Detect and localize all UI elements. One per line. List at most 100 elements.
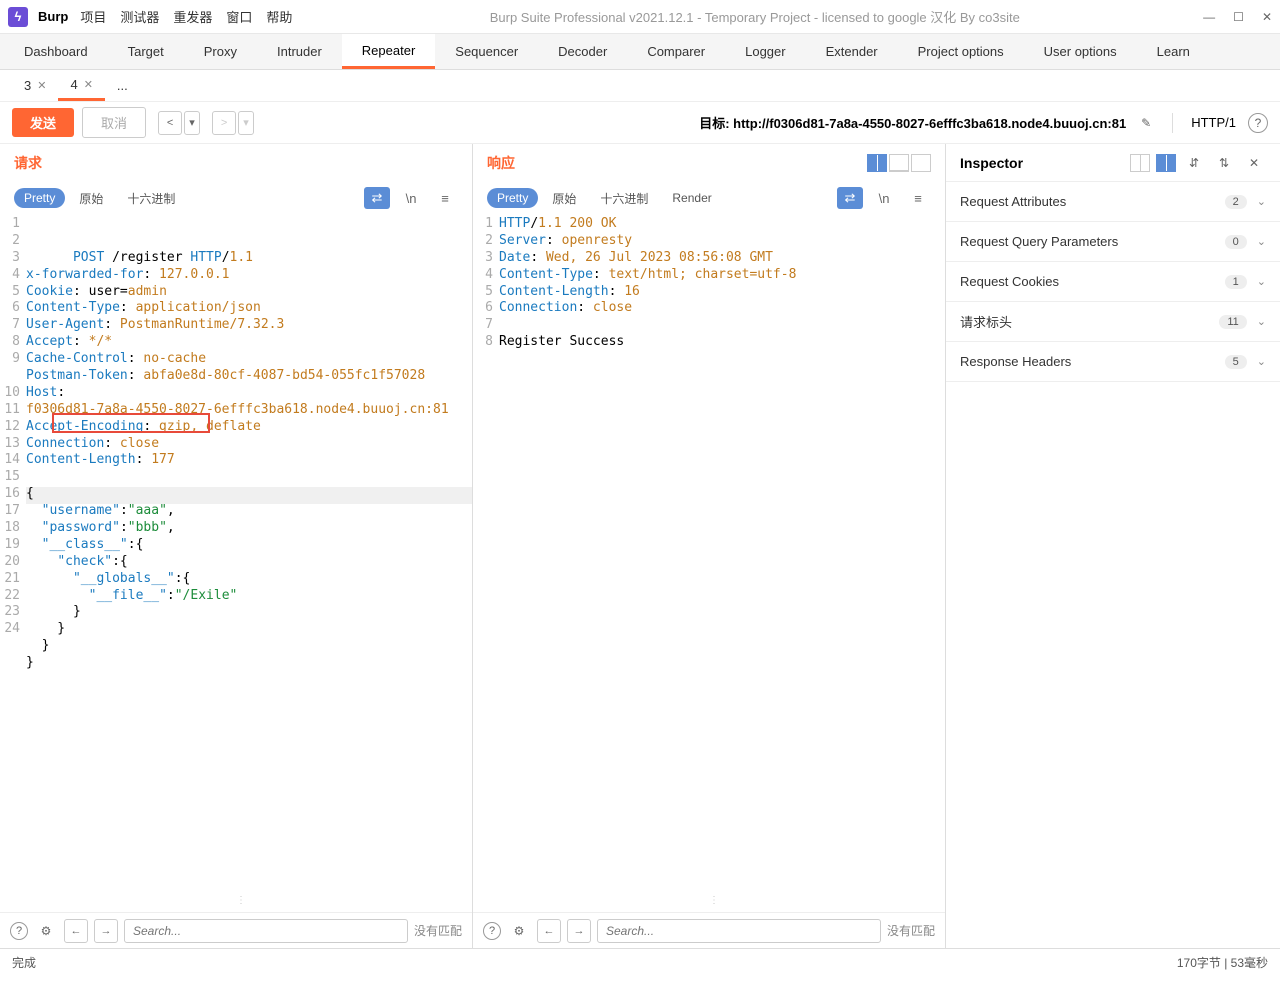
inspector-request-headers[interactable]: 请求标头 11 ⌄ (946, 302, 1280, 342)
inspector-query-params[interactable]: Request Query Parameters 0 ⌄ (946, 222, 1280, 262)
search-prev-button[interactable]: ← (64, 919, 88, 943)
menu-tester[interactable]: 测试器 (120, 7, 159, 26)
tab-learn[interactable]: Learn (1137, 34, 1210, 69)
menu-help[interactable]: 帮助 (266, 7, 292, 26)
tab-proxy[interactable]: Proxy (184, 34, 257, 69)
inspector-request-attributes[interactable]: Request Attributes 2 ⌄ (946, 182, 1280, 222)
response-format-raw[interactable]: 原始 (542, 187, 586, 210)
cancel-button[interactable]: 取消 (82, 107, 146, 138)
maximize-icon[interactable]: ☐ (1233, 10, 1244, 24)
repeater-sub-tabs: 3✕ 4✕ ... (0, 70, 1280, 102)
action-bar: 发送 取消 < ▾ > ▾ 目标: http://f0306d81-7a8a-4… (0, 102, 1280, 144)
layout-toggle (867, 154, 931, 172)
tab-comparer[interactable]: Comparer (627, 34, 725, 69)
send-button[interactable]: 发送 (12, 108, 74, 137)
tab-target[interactable]: Target (108, 34, 184, 69)
tab-logger[interactable]: Logger (725, 34, 805, 69)
sub-tab-new[interactable]: ... (105, 70, 140, 101)
gear-icon[interactable]: ⚙ (34, 919, 58, 943)
response-format-pretty[interactable]: Pretty (487, 188, 538, 208)
request-search-input[interactable] (124, 919, 408, 943)
tab-intruder[interactable]: Intruder (257, 34, 342, 69)
chevron-down-icon: ⌄ (1257, 195, 1266, 208)
response-title: 响应 (487, 153, 515, 173)
response-search-input[interactable] (597, 919, 881, 943)
response-format-render[interactable]: Render (662, 188, 721, 208)
history-back-button[interactable]: < (158, 111, 182, 135)
chevron-down-icon: ⌄ (1257, 315, 1266, 328)
help-icon[interactable]: ? (1248, 113, 1268, 133)
search-next-button[interactable]: → (567, 919, 591, 943)
chevron-down-icon: ⌄ (1257, 275, 1266, 288)
tab-dashboard[interactable]: Dashboard (4, 34, 108, 69)
show-nonprintable-icon[interactable]: \n (398, 187, 424, 209)
history-forward-button[interactable]: > (212, 111, 236, 135)
status-bar: 完成 170字节 | 53毫秒 (0, 948, 1280, 976)
show-nonprintable-icon[interactable]: \n (871, 187, 897, 209)
layout-split-horizontal[interactable] (889, 154, 909, 172)
edit-target-icon[interactable]: ✎ (1134, 111, 1158, 135)
inspector-title: Inspector (960, 155, 1023, 171)
request-editor[interactable]: 123456789101112131415161718192021222324 … (0, 214, 472, 912)
tab-repeater[interactable]: Repeater (342, 34, 435, 69)
search-next-button[interactable]: → (94, 919, 118, 943)
no-match-label: 没有匹配 (414, 922, 462, 939)
app-logo-icon: ϟ (8, 7, 28, 27)
inspector-response-headers[interactable]: Response Headers 5 ⌄ (946, 342, 1280, 382)
app-name: Burp (38, 9, 68, 24)
target-display: 目标: http://f0306d81-7a8a-4550-8027-6efff… (699, 113, 1126, 132)
request-title: 请求 (14, 153, 42, 173)
history-back-menu[interactable]: ▾ (184, 111, 200, 135)
tab-extender[interactable]: Extender (806, 34, 898, 69)
request-format-hex[interactable]: 十六进制 (117, 187, 185, 210)
request-panel: 请求 Pretty 原始 十六进制 ⇄ \n ≡ 123456789101112… (0, 144, 473, 948)
response-panel: 响应 Pretty 原始 十六进制 Render ⇄ \n ≡ 12345678… (473, 144, 946, 948)
request-format-pretty[interactable]: Pretty (14, 188, 65, 208)
tab-sequencer[interactable]: Sequencer (435, 34, 538, 69)
help-icon[interactable]: ? (483, 922, 501, 940)
close-icon[interactable]: ✕ (1262, 10, 1272, 24)
menu-repeater[interactable]: 重发器 (173, 7, 212, 26)
expand-all-icon[interactable]: ⇵ (1182, 151, 1206, 175)
sub-tab-3[interactable]: 3✕ (12, 70, 58, 101)
gear-icon[interactable]: ⚙ (507, 919, 531, 943)
toggle-wrap-icon[interactable]: ⇄ (364, 187, 390, 209)
titlebar: ϟ Burp 项目 测试器 重发器 窗口 帮助 Burp Suite Profe… (0, 0, 1280, 34)
menu-window[interactable]: 窗口 (226, 7, 252, 26)
main-tab-bar: Dashboard Target Proxy Intruder Repeater… (0, 34, 1280, 70)
tab-decoder[interactable]: Decoder (538, 34, 627, 69)
tab-project-options[interactable]: Project options (898, 34, 1024, 69)
response-viewer[interactable]: 12345678 HTTP/1.1 200 OKServer: openrest… (473, 214, 945, 912)
layout-split-vertical[interactable] (867, 154, 887, 172)
layout-combined[interactable] (911, 154, 931, 172)
inspector-request-cookies[interactable]: Request Cookies 1 ⌄ (946, 262, 1280, 302)
chevron-down-icon: ⌄ (1257, 355, 1266, 368)
close-tab-icon[interactable]: ✕ (37, 79, 46, 92)
menu-project[interactable]: 项目 (80, 7, 106, 26)
request-format-raw[interactable]: 原始 (69, 187, 113, 210)
close-inspector-icon[interactable]: ✕ (1242, 151, 1266, 175)
no-match-label: 没有匹配 (887, 922, 935, 939)
history-forward-menu[interactable]: ▾ (238, 111, 254, 135)
resize-handle-icon[interactable]: ⋮ (709, 895, 719, 906)
inspector-layout-1[interactable] (1130, 154, 1150, 172)
help-icon[interactable]: ? (10, 922, 28, 940)
resize-handle-icon[interactable]: ⋮ (236, 895, 246, 906)
status-left: 完成 (12, 954, 36, 971)
inspector-panel: Inspector ⇵ ⇅ ✕ Request Attributes 2 ⌄ R… (946, 144, 1280, 948)
search-prev-button[interactable]: ← (537, 919, 561, 943)
tab-user-options[interactable]: User options (1024, 34, 1137, 69)
chevron-down-icon: ⌄ (1257, 235, 1266, 248)
inspector-layout-2[interactable] (1156, 154, 1176, 172)
hamburger-menu-icon[interactable]: ≡ (905, 187, 931, 209)
minimize-icon[interactable]: — (1203, 10, 1215, 24)
sub-tab-4[interactable]: 4✕ (58, 70, 104, 101)
status-right: 170字节 | 53毫秒 (1177, 954, 1268, 971)
toggle-wrap-icon[interactable]: ⇄ (837, 187, 863, 209)
hamburger-menu-icon[interactable]: ≡ (432, 187, 458, 209)
collapse-all-icon[interactable]: ⇅ (1212, 151, 1236, 175)
window-title: Burp Suite Professional v2021.12.1 - Tem… (306, 7, 1203, 26)
http-version[interactable]: HTTP/1 (1191, 115, 1236, 130)
response-format-hex[interactable]: 十六进制 (590, 187, 658, 210)
close-tab-icon[interactable]: ✕ (84, 78, 93, 91)
